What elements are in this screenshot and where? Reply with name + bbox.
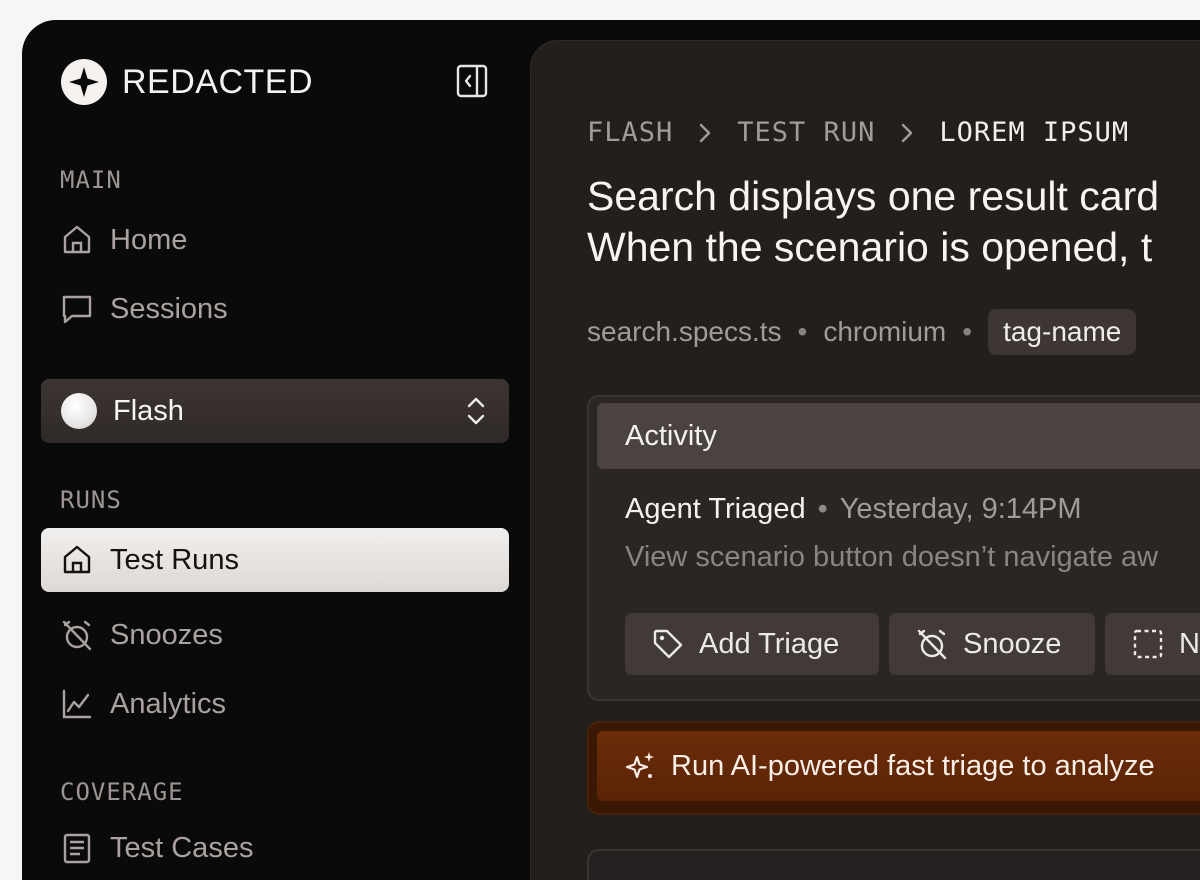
button-label: Snooze (963, 627, 1062, 660)
event-description: View scenario button doesn’t navigate aw (625, 541, 1159, 573)
meta-file: search.specs.ts (587, 316, 782, 347)
project-avatar (61, 393, 97, 429)
project-selector[interactable]: Flash (41, 379, 509, 443)
event-title: Agent Triaged (625, 493, 806, 525)
event-time: Yesterday, 9:14PM (839, 493, 1082, 525)
sidebar-item-analytics[interactable]: Analytics (60, 684, 226, 724)
chevron-right-icon (902, 123, 913, 142)
chart-line-icon (62, 689, 92, 719)
activity-card: Activity Agent Triaged • Yesterday, 9:14PM… (587, 395, 1200, 701)
ai-triage-banner: Run AI-powered fast triage to analyze (587, 721, 1200, 815)
app-window: REDACTED MAIN Home Sessions Flash RUNS T… (22, 20, 1200, 880)
home-icon (63, 225, 91, 254)
ai-triage-button[interactable]: Run AI-powered fast triage to analyze (597, 731, 1200, 801)
add-triage-button[interactable]: Add Triage (625, 613, 879, 675)
button-label: N (1179, 627, 1200, 660)
snooze-button[interactable]: Snooze (889, 613, 1095, 675)
alarm-off-icon (917, 629, 947, 660)
chevron-right-icon (700, 123, 711, 142)
sidebar-item-home[interactable]: Home (60, 220, 187, 260)
page-title-line-2: When the scenario is opened, t (587, 224, 1153, 270)
sidebar-item-test-runs[interactable]: Test Runs (41, 528, 509, 592)
button-label: Add Triage (699, 627, 840, 660)
sidebar-item-label: Analytics (110, 687, 227, 720)
section-label-coverage: COVERAGE (60, 778, 184, 806)
page-title: Search displays one result card When the… (587, 171, 1200, 273)
sidebar-item-snoozes[interactable]: Snoozes (60, 615, 223, 655)
page-title-line-1: Search displays one result card (587, 173, 1160, 219)
sidebar-item-test-cases[interactable]: Test Cases (60, 828, 253, 868)
sidebar-item-label: Test Runs (110, 543, 239, 576)
sidebar-item-label: Sessions (110, 292, 228, 325)
logo-icon (61, 59, 107, 105)
activity-event: Agent Triaged • Yesterday, 9:14PM (625, 493, 1082, 526)
home-icon (63, 545, 91, 574)
alarm-off-icon (62, 620, 92, 651)
section-label-runs: RUNS (60, 486, 122, 514)
dashed-square-icon (1133, 629, 1163, 659)
section-label-main: MAIN (60, 166, 122, 194)
collapse-sidebar-icon[interactable] (456, 64, 488, 98)
chat-icon (62, 295, 92, 324)
tag-icon (653, 629, 683, 659)
activity-header: Activity (597, 403, 1200, 469)
meta-separator: • (962, 316, 973, 347)
meta-browser: chromium (823, 316, 947, 347)
activity-title: Activity (625, 419, 717, 452)
test-meta: search.specs.ts • chromium • tag-name (587, 309, 1137, 355)
sidebar-item-label: Snoozes (110, 618, 223, 651)
sidebar-item-label: Home (110, 223, 188, 256)
meta-separator: • (797, 316, 808, 347)
breadcrumb-test-run[interactable]: TEST RUN (737, 117, 875, 148)
brand: REDACTED (60, 58, 313, 106)
tag-badge[interactable]: tag-name (988, 309, 1137, 355)
next-card (587, 849, 1200, 880)
chevron-up-down-icon (467, 397, 485, 425)
project-name: Flash (113, 394, 184, 427)
breadcrumb: FLASH TEST RUN LOREM IPSUM (587, 117, 1129, 148)
breadcrumb-current: LOREM IPSUM (939, 117, 1130, 148)
sidebar-item-sessions[interactable]: Sessions (60, 289, 228, 329)
note-button[interactable]: N (1105, 613, 1200, 675)
brand-name: REDACTED (122, 62, 314, 101)
sparkle-icon (625, 752, 654, 779)
list-icon (63, 833, 91, 864)
event-separator: • (817, 493, 828, 525)
sidebar-item-label: Test Cases (110, 831, 254, 864)
ai-triage-label: Run AI-powered fast triage to analyze (671, 749, 1155, 782)
breadcrumb-flash[interactable]: FLASH (587, 117, 673, 148)
main-panel: FLASH TEST RUN LOREM IPSUM Search displa… (530, 40, 1200, 880)
